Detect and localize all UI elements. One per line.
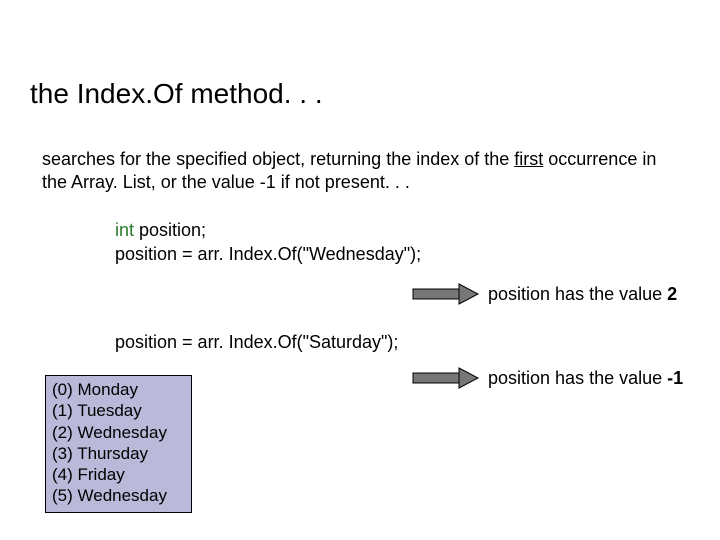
code-block-2: position = arr. Index.Of("Saturday");: [115, 332, 398, 353]
code1-rest: position;: [134, 220, 206, 240]
result2-pre: position has the value: [488, 368, 667, 388]
result-text-2: position has the value -1: [488, 368, 683, 389]
arrow-icon: [412, 282, 480, 311]
description-text: searches for the specified object, retur…: [42, 148, 672, 193]
slide: the Index.Of method. . . searches for th…: [0, 0, 720, 540]
result-text-1: position has the value 2: [488, 284, 677, 305]
list-item: (1) Tuesday: [52, 400, 185, 421]
code-line-2: position = arr. Index.Of("Wednesday");: [115, 242, 421, 266]
array-list-box: (0) Monday (1) Tuesday (2) Wednesday (3)…: [45, 375, 192, 513]
arrow-icon: [412, 366, 480, 395]
list-item: (0) Monday: [52, 379, 185, 400]
desc-pre: searches for the specified object, retur…: [42, 149, 514, 169]
slide-title: the Index.Of method. . .: [30, 78, 323, 110]
result1-pre: position has the value: [488, 284, 667, 304]
result1-value: 2: [667, 284, 677, 304]
result2-value: -1: [667, 368, 683, 388]
desc-underlined: first: [514, 149, 543, 169]
keyword-int: int: [115, 220, 134, 240]
code-line-1: int position;: [115, 218, 421, 242]
list-item: (3) Thursday: [52, 443, 185, 464]
list-item: (4) Friday: [52, 464, 185, 485]
list-item: (5) Wednesday: [52, 485, 185, 506]
list-item: (2) Wednesday: [52, 422, 185, 443]
code-block-1: int position; position = arr. Index.Of("…: [115, 218, 421, 267]
